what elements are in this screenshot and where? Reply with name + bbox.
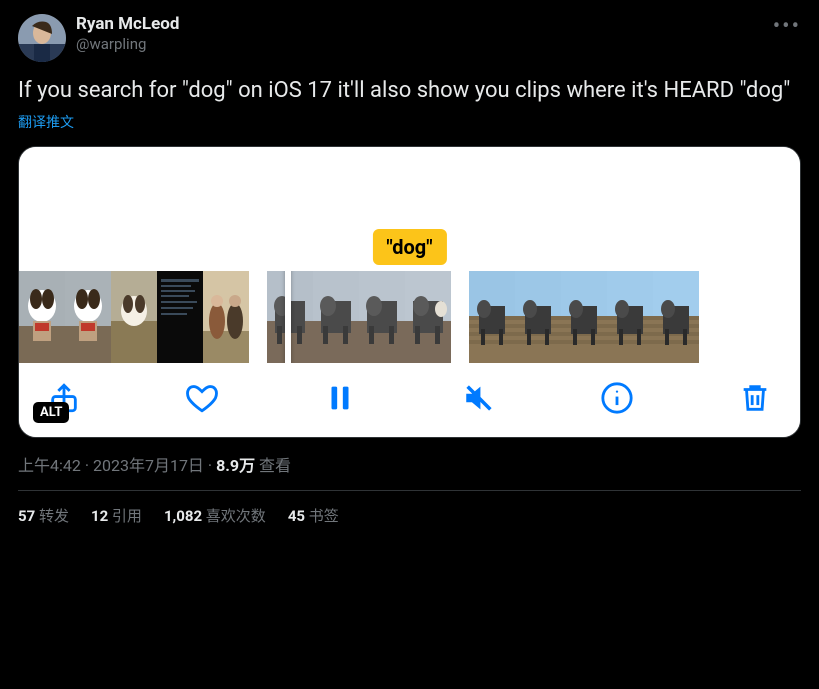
media-toolbar [19,363,800,437]
tweet-header: Ryan McLeod @warpling ••• [18,14,801,62]
thumbnail [19,271,65,363]
thumbnail [469,271,515,363]
thumbnail [405,271,451,363]
thumbnail [653,271,699,363]
thumbnail [203,271,249,363]
tweet: Ryan McLeod @warpling ••• If you search … [0,0,819,536]
pause-icon[interactable] [323,381,357,415]
views-count: 8.9万 [216,456,255,475]
date: 2023年7月17日 [93,456,204,475]
thumbnail [157,271,203,363]
tweet-text: If you search for "dog" on iOS 17 it'll … [18,76,801,106]
mute-icon[interactable] [462,381,496,415]
trash-icon[interactable] [738,381,772,415]
clip-group-3[interactable] [469,271,699,363]
more-icon[interactable]: ••• [773,14,801,39]
author-names[interactable]: Ryan McLeod @warpling [76,14,179,54]
stats-row: 57 转发 12 引用 1,082 喜欢次数 45 书签 [18,491,801,526]
quotes-stat[interactable]: 12 引用 [91,505,142,526]
search-term-badge: "dog" [372,229,446,265]
views-label: 查看 [259,456,291,475]
info-icon[interactable] [600,381,634,415]
media-card[interactable]: "dog" [18,146,801,438]
media-whitespace: "dog" [19,147,800,271]
alt-badge[interactable]: ALT [33,402,69,423]
heart-icon[interactable] [185,381,219,415]
likes-stat[interactable]: 1,082 喜欢次数 [164,505,266,526]
tweet-meta[interactable]: 上午4:42 · 2023年7月17日 · 8.9万 查看 [18,452,801,476]
translate-link[interactable]: 翻译推文 [18,112,801,132]
retweets-stat[interactable]: 57 转发 [18,505,69,526]
thumbnail [515,271,561,363]
handle: @warpling [76,35,179,54]
avatar[interactable] [18,14,66,62]
display-name: Ryan McLeod [76,14,179,35]
thumbnail [313,271,359,363]
time: 上午4:42 [18,456,81,475]
thumbnail [561,271,607,363]
clip-group-2[interactable] [267,271,451,363]
thumbnail [359,271,405,363]
clip-group-1[interactable] [19,271,249,363]
thumbnail [65,271,111,363]
thumbnail [607,271,653,363]
thumbnail [111,271,157,363]
filmstrip[interactable] [19,271,800,363]
scrubber-handle[interactable] [285,271,291,363]
bookmarks-stat[interactable]: 45 书签 [288,505,339,526]
